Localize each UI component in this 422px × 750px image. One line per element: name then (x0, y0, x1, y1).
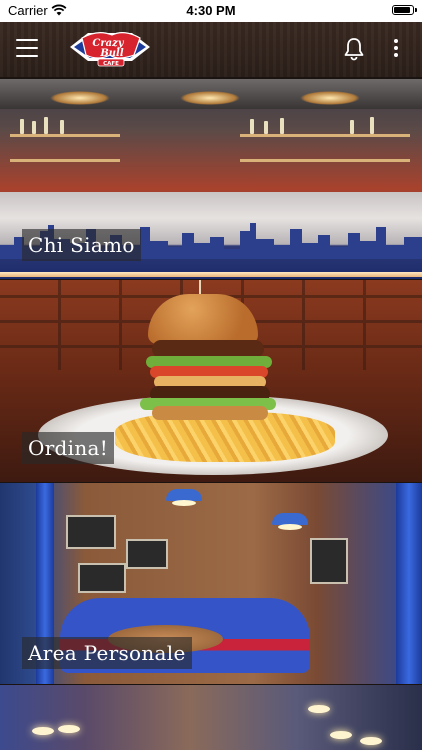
tile-next[interactable] (0, 685, 422, 750)
clock: 4:30 PM (186, 3, 236, 18)
tile-label: Ordina! (22, 432, 115, 464)
svg-text:CAFE: CAFE (103, 61, 119, 67)
svg-text:Bull: Bull (99, 48, 124, 59)
crazy-bull-cafe-logo: Crazy Bull CAFE (70, 32, 150, 67)
navigation-bar: Crazy Bull CAFE (0, 22, 422, 77)
menu-icon[interactable] (16, 39, 38, 57)
tile-label: Area Personale (22, 637, 192, 669)
battery-icon (392, 5, 417, 15)
more-vertical-icon[interactable] (390, 39, 402, 59)
tile-area-personale[interactable]: Area Personale (0, 483, 422, 684)
tile-ordina[interactable]: Ordina! (0, 280, 422, 482)
tile-label: Chi Siamo (22, 229, 141, 261)
notification-bell-icon[interactable] (343, 37, 365, 61)
burger-bun (148, 294, 258, 344)
tile-chi-siamo[interactable]: Chi Siamo (0, 79, 422, 279)
status-bar: Carrier 4:30 PM (0, 0, 422, 22)
